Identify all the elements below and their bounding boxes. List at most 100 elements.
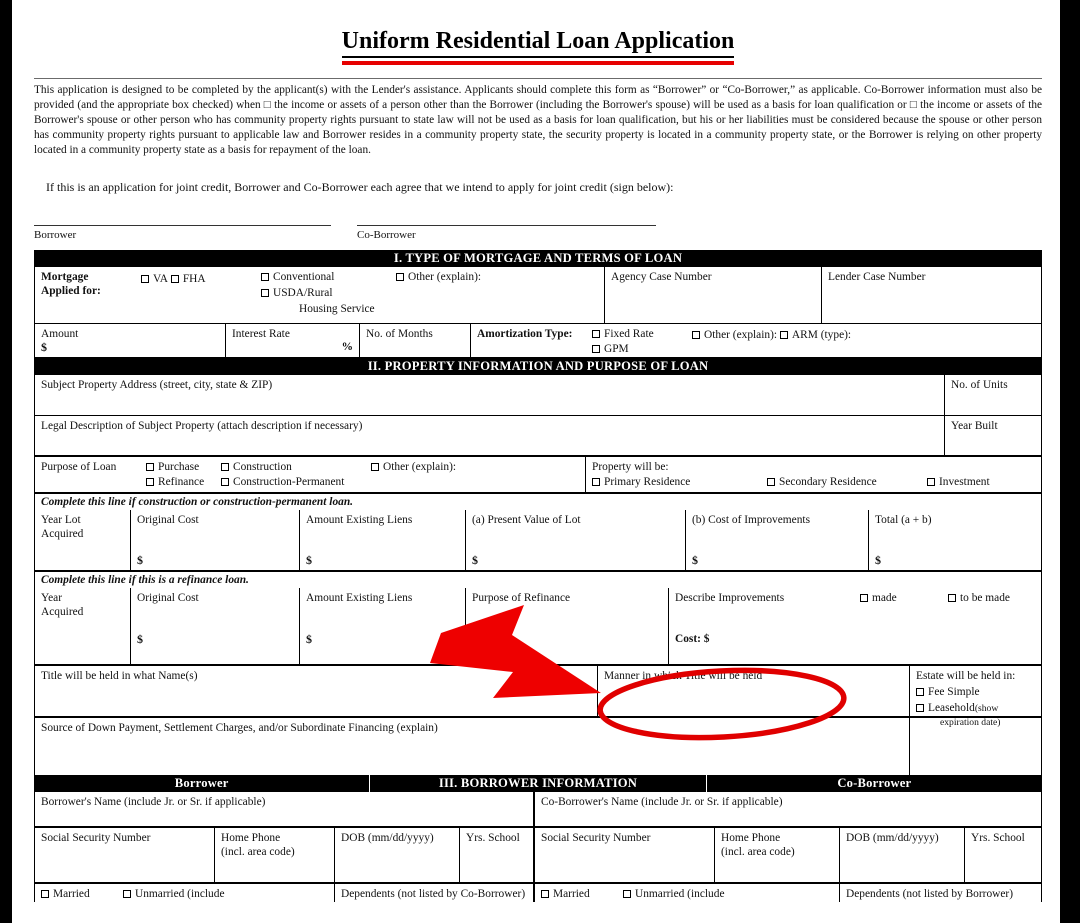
coborrower-ssn-cell[interactable]: Social Security Number	[535, 828, 715, 883]
checkbox-fixed-rate[interactable]: Fixed Rate	[592, 327, 654, 341]
checkbox-icon[interactable]	[146, 478, 154, 487]
lender-case-number-cell[interactable]: Lender Case Number	[822, 267, 1041, 323]
year-acquired-cell[interactable]: Year Acquired	[35, 588, 131, 665]
borrower-ssn-cell[interactable]: Social Security Number	[35, 828, 215, 883]
checkbox-icon[interactable]	[779, 331, 788, 340]
checkbox-borrower-married[interactable]: Married	[41, 887, 90, 901]
checkbox-icon[interactable]	[170, 275, 179, 284]
checkbox-icon[interactable]	[371, 463, 379, 472]
checkbox-primary-residence[interactable]: Primary Residence	[592, 475, 690, 489]
purpose-of-loan-cell: Purpose of Loan Purchase Refinance Const…	[35, 457, 586, 493]
checkbox-mortgage-other[interactable]: Other (explain):	[396, 270, 481, 284]
amount-cell[interactable]: Amount $	[35, 324, 226, 358]
checkbox-icon[interactable]	[541, 890, 549, 899]
checkbox-amort-other[interactable]: Other (explain):	[692, 328, 777, 342]
percent-sign: %	[341, 341, 353, 354]
checkbox-icon[interactable]	[41, 890, 49, 899]
checkbox-icon[interactable]	[146, 463, 154, 472]
joint-credit-text: If this is an application for joint cred…	[46, 180, 674, 195]
coborrower-home-phone-cell[interactable]: Home Phone (incl. area code)	[715, 828, 840, 883]
checkbox-coborrower-unmarried[interactable]: Unmarried (include	[623, 887, 725, 901]
borrower-home-phone-cell[interactable]: Home Phone (incl. area code)	[215, 828, 335, 883]
label-refinance: Refinance	[158, 476, 205, 489]
checkbox-coborrower-married[interactable]: Married	[541, 887, 590, 901]
checkbox-usda[interactable]: USDA/Rural	[261, 286, 332, 300]
total-a-b-cell[interactable]: Total (a + b) $	[869, 510, 1041, 570]
checkbox-icon[interactable]	[860, 594, 868, 603]
checkbox-icon[interactable]	[592, 330, 600, 339]
purpose-of-refinance-cell[interactable]: Purpose of Refinance	[466, 588, 669, 665]
agency-case-number-cell[interactable]: Agency Case Number	[605, 267, 822, 324]
label-investment: Investment	[939, 476, 990, 489]
coborrower-yrs-school-cell[interactable]: Yrs. School	[965, 828, 1041, 882]
legal-description-row: Legal Description of Subject Property (a…	[35, 416, 1041, 458]
checkbox-secondary-residence[interactable]: Secondary Residence	[767, 475, 877, 489]
checkbox-fha[interactable]: FHA	[170, 272, 206, 286]
checkbox-conventional[interactable]: Conventional	[261, 270, 334, 284]
present-value-of-lot-cell[interactable]: (a) Present Value of Lot $	[466, 510, 686, 571]
checkbox-leasehold[interactable]: Leasehold(show	[916, 701, 998, 716]
borrower-dob-cell[interactable]: DOB (mm/dd/yyyy)	[335, 828, 460, 883]
checkbox-icon[interactable]	[261, 289, 269, 298]
coborrower-signature-line[interactable]	[357, 225, 656, 227]
checkbox-icon[interactable]	[948, 594, 956, 603]
loan-terms-row: Amount $ Interest Rate % No. of Months A…	[35, 324, 1041, 359]
cost-of-improvements-cell[interactable]: (b) Cost of Improvements $	[686, 510, 869, 571]
subject-property-address-cell[interactable]: Subject Property Address (street, city, …	[35, 375, 945, 416]
checkbox-refinance[interactable]: Refinance	[146, 475, 204, 489]
checkbox-icon[interactable]	[592, 478, 600, 487]
title-held-names-cell[interactable]: Title will be held in what Name(s)	[35, 666, 598, 717]
refi-existing-liens-cell[interactable]: Amount Existing Liens $	[300, 588, 466, 665]
checkbox-icon[interactable]	[623, 890, 631, 899]
checkbox-fee-simple[interactable]: Fee Simple	[916, 685, 980, 699]
construction-original-cost-cell[interactable]: Original Cost $	[131, 510, 300, 571]
interest-rate-cell[interactable]: Interest Rate %	[226, 324, 360, 358]
year-lot-acquired-cell[interactable]: Year Lot Acquired	[35, 510, 131, 571]
checkbox-borrower-unmarried[interactable]: Unmarried (include	[123, 887, 225, 901]
year-built-cell[interactable]: Year Built	[945, 416, 1041, 455]
checkbox-icon[interactable]	[767, 478, 775, 487]
refi-original-cost-cell[interactable]: Original Cost $	[131, 588, 300, 665]
present-value-of-lot-label: (a) Present Value of Lot	[472, 514, 581, 527]
checkbox-purpose-other[interactable]: Other (explain):	[371, 460, 456, 474]
checkbox-va[interactable]: VA	[141, 272, 168, 286]
checkbox-purchase[interactable]: Purchase	[146, 460, 199, 474]
checkbox-icon[interactable]	[221, 463, 229, 472]
checkbox-icon[interactable]	[396, 273, 404, 282]
manner-title-held-cell[interactable]: Manner in which Title will be held	[598, 666, 910, 717]
checkbox-arm[interactable]: ARM (type):	[779, 328, 851, 342]
checkbox-investment[interactable]: Investment	[927, 475, 990, 489]
borrower-dependents-cell[interactable]: Dependents (not listed by Co-Borrower)	[335, 884, 535, 903]
no-of-months-cell[interactable]: No. of Months	[360, 324, 471, 358]
checkbox-icon[interactable]	[123, 890, 131, 899]
checkbox-gpm[interactable]: GPM	[592, 342, 629, 356]
checkbox-icon[interactable]	[141, 275, 149, 284]
year-lot-acquired-label-1: Year Lot	[41, 514, 81, 527]
no-of-units-cell[interactable]: No. of Units	[945, 375, 1041, 415]
coborrower-dob-cell[interactable]: DOB (mm/dd/yyyy)	[840, 828, 965, 883]
interest-rate-label: Interest Rate	[232, 328, 290, 341]
coborrower-dependents-cell[interactable]: Dependents (not listed by Borrower)	[840, 884, 1041, 902]
checkbox-improvements-made[interactable]: made	[860, 591, 897, 605]
source-down-payment-cell[interactable]: Source of Down Payment, Settlement Charg…	[35, 718, 910, 776]
checkbox-construction-permanent[interactable]: Construction-Permanent	[221, 475, 344, 489]
checkbox-icon[interactable]	[261, 273, 269, 282]
checkbox-icon[interactable]	[916, 704, 924, 713]
construction-existing-liens-cell[interactable]: Amount Existing Liens $	[300, 510, 466, 571]
borrower-dependents-label: Dependents (not listed by Co-Borrower)	[341, 888, 526, 901]
legal-description-cell[interactable]: Legal Description of Subject Property (a…	[35, 416, 945, 456]
borrower-name-cell[interactable]: Borrower's Name (include Jr. or Sr. if a…	[35, 792, 535, 827]
borrower-yrs-school-cell[interactable]: Yrs. School	[460, 828, 535, 883]
coborrower-marital-cell: Married Unmarried (include	[535, 884, 840, 903]
borrower-signature-line[interactable]	[34, 225, 331, 227]
checkbox-improvements-to-be-made[interactable]: to be made	[948, 591, 1010, 605]
signature-row: Borrower Co-Borrower	[34, 225, 1042, 247]
checkbox-construction[interactable]: Construction	[221, 460, 292, 474]
checkbox-icon[interactable]	[927, 478, 935, 487]
borrower-ssn-label: Social Security Number	[41, 832, 151, 845]
checkbox-icon[interactable]	[592, 345, 600, 354]
coborrower-name-cell[interactable]: Co-Borrower's Name (include Jr. or Sr. i…	[535, 792, 1041, 826]
checkbox-icon[interactable]	[221, 478, 229, 487]
checkbox-icon[interactable]	[916, 688, 924, 697]
checkbox-icon[interactable]	[692, 331, 700, 340]
